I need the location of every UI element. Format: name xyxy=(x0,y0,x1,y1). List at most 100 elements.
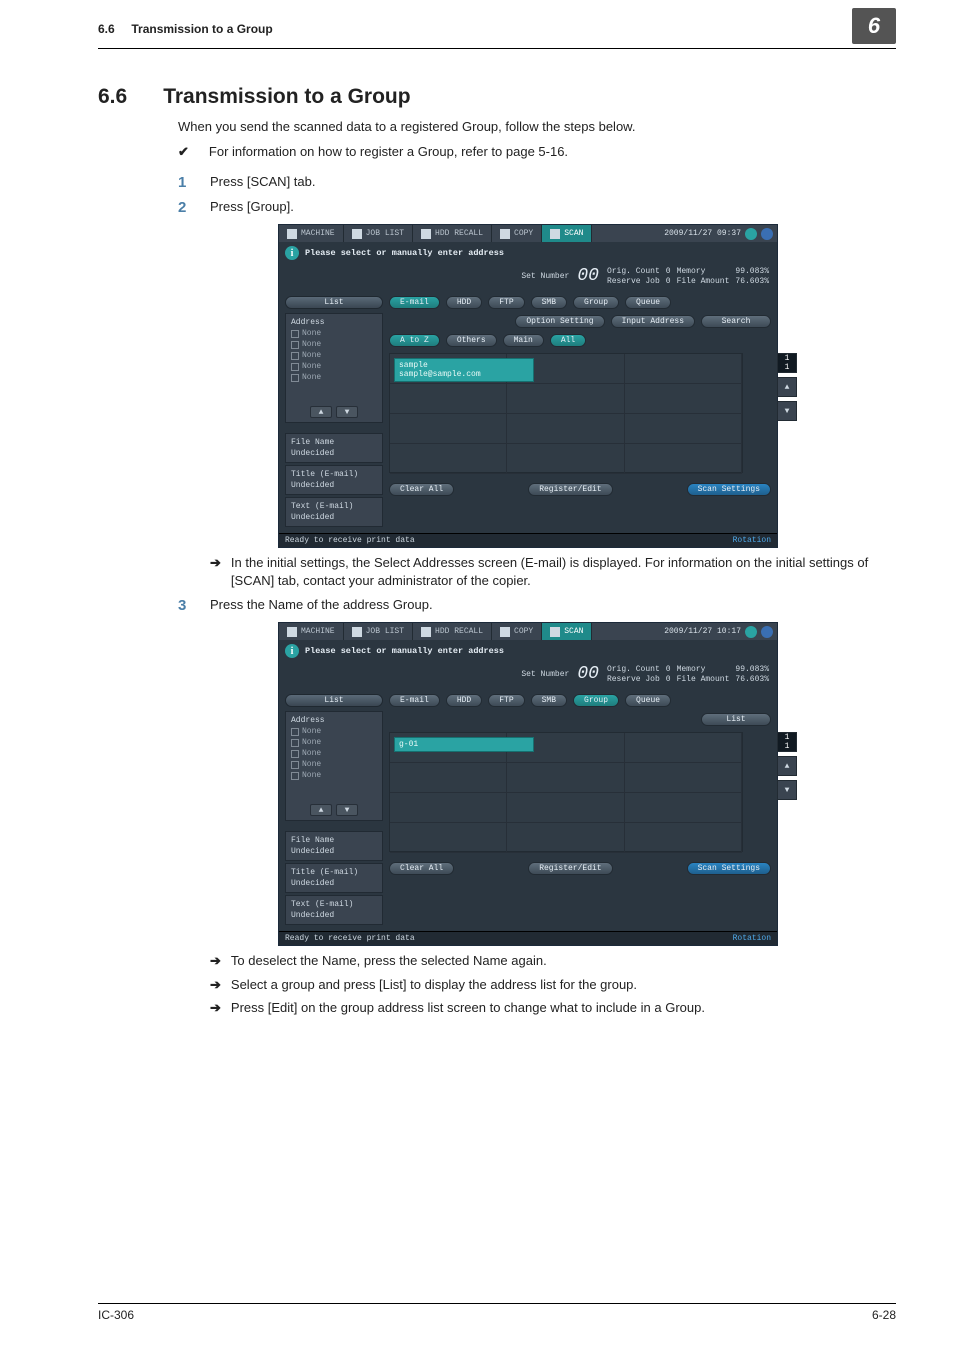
dest-tab-group[interactable]: Group xyxy=(573,296,619,309)
text-email-panel[interactable]: Text (E-mail)Undecided xyxy=(285,497,383,527)
clear-all-button[interactable]: Clear All xyxy=(389,862,454,875)
dest-type-icon xyxy=(291,772,299,780)
page-content: 6.6 Transmission to a Group When you sen… xyxy=(0,49,954,1017)
tab-joblist[interactable]: JOB LIST xyxy=(344,623,413,640)
info-icon: i xyxy=(285,644,299,658)
option-setting-button[interactable]: Option Setting xyxy=(515,315,604,328)
status-text: Ready to receive print data xyxy=(285,536,415,545)
filter-atoz[interactable]: A to Z xyxy=(389,334,440,347)
tab-scan[interactable]: SCAN xyxy=(542,623,592,640)
text-email-panel[interactable]: Text (E-mail)Undecided xyxy=(285,895,383,925)
list-button[interactable]: List xyxy=(285,296,383,309)
filter-others[interactable]: Others xyxy=(446,334,497,347)
register-edit-button[interactable]: Register/Edit xyxy=(528,483,612,496)
tab-machine[interactable]: MACHINE xyxy=(279,623,344,640)
intro-text: When you send the scanned data to a regi… xyxy=(178,119,896,134)
dest-type-icon xyxy=(291,728,299,736)
clock-text: 2009/11/27 10:17 xyxy=(664,627,741,636)
step-text: Press [SCAN] tab. xyxy=(210,174,315,191)
group-card[interactable]: g-01 xyxy=(394,737,534,752)
title-email-panel[interactable]: Title (E-mail)Undecided xyxy=(285,465,383,495)
dest-type-icon xyxy=(291,739,299,747)
tab-copy[interactable]: COPY xyxy=(492,225,542,242)
info-icon: i xyxy=(285,246,299,260)
dest-tab-hdd[interactable]: HDD xyxy=(446,694,482,707)
tab-hdd-recall[interactable]: HDD RECALL xyxy=(413,623,492,640)
tab-copy[interactable]: COPY xyxy=(492,623,542,640)
set-number-row: Set Number 00 Orig. Count0Memory99.083% … xyxy=(279,264,777,292)
address-grid-wrap: sample sample@sample.com 11 ▲ ▼ xyxy=(389,353,771,473)
dest-tab-ftp[interactable]: FTP xyxy=(488,694,524,707)
filter-main[interactable]: Main xyxy=(503,334,544,347)
footer-page-number: 6-28 xyxy=(872,1308,896,1322)
substep-text: Press [Edit] on the group address list s… xyxy=(231,999,705,1017)
dest-tab-queue[interactable]: Queue xyxy=(625,694,671,707)
hdd-icon xyxy=(421,627,431,637)
search-button[interactable]: Search xyxy=(701,315,771,328)
address-panel-title: Address xyxy=(291,318,377,327)
rotation-indicator: Rotation xyxy=(733,934,771,943)
tab-machine[interactable]: MACHINE xyxy=(279,225,344,242)
dest-tab-group[interactable]: Group xyxy=(573,694,619,707)
page-indicator: 11 xyxy=(777,353,797,373)
step-3-substep-1: ➔ To deselect the Name, press the select… xyxy=(210,952,896,970)
tab-joblist[interactable]: JOB LIST xyxy=(344,225,413,242)
left-column: List Address None None None None None ▲ … xyxy=(285,694,383,925)
dest-tab-smb[interactable]: SMB xyxy=(531,296,567,309)
clock-area: 2009/11/27 10:17 xyxy=(664,623,777,640)
step-number: 3 xyxy=(178,597,190,614)
dest-tab-queue[interactable]: Queue xyxy=(625,296,671,309)
clear-all-button[interactable]: Clear All xyxy=(389,483,454,496)
list-button[interactable]: List xyxy=(701,713,771,726)
help-dot-icon[interactable] xyxy=(761,228,773,240)
right-column: E-mail HDD FTP SMB Group Queue List xyxy=(389,694,771,925)
dest-tab-email[interactable]: E-mail xyxy=(389,296,440,309)
dest-type-icon xyxy=(291,374,299,382)
scroll-up-button[interactable]: ▲ xyxy=(310,406,332,418)
input-address-button[interactable]: Input Address xyxy=(611,315,695,328)
status-dot-icon xyxy=(745,626,757,638)
dest-tab-smb[interactable]: SMB xyxy=(531,694,567,707)
address-grid-wrap: g-01 11 ▲ ▼ xyxy=(389,732,771,852)
page-up-button[interactable]: ▲ xyxy=(777,756,797,776)
dest-type-icon xyxy=(291,761,299,769)
list-button[interactable]: List xyxy=(285,694,383,707)
page-up-button[interactable]: ▲ xyxy=(777,377,797,397)
copy-icon xyxy=(500,627,510,637)
address-panel: Address None None None None None ▲ ▼ xyxy=(285,711,383,821)
counters-grid: Orig. Count0Memory99.083% Reserve Job0Fi… xyxy=(607,665,769,684)
scroll-down-button[interactable]: ▼ xyxy=(336,804,358,816)
dest-tab-hdd[interactable]: HDD xyxy=(446,296,482,309)
file-name-panel[interactable]: File NameUndecided xyxy=(285,831,383,861)
status-text: Ready to receive print data xyxy=(285,934,415,943)
status-dot-icon xyxy=(745,228,757,240)
address-card[interactable]: sample sample@sample.com xyxy=(394,358,534,382)
hdd-icon xyxy=(421,229,431,239)
clock-text: 2009/11/27 09:37 xyxy=(664,229,741,238)
file-name-panel[interactable]: File NameUndecided xyxy=(285,433,383,463)
step-2-substep: ➔ In the initial settings, the Select Ad… xyxy=(210,554,896,589)
help-dot-icon[interactable] xyxy=(761,626,773,638)
scan-icon xyxy=(550,229,560,239)
filter-all[interactable]: All xyxy=(550,334,586,347)
arrow-icon: ➔ xyxy=(210,554,221,589)
scan-settings-button[interactable]: Scan Settings xyxy=(687,483,771,496)
address-card-name: sample xyxy=(399,361,529,370)
dest-tab-ftp[interactable]: FTP xyxy=(488,296,524,309)
title-email-panel[interactable]: Title (E-mail)Undecided xyxy=(285,863,383,893)
set-number-value: 00 xyxy=(577,266,599,286)
status-bar: Ready to receive print data Rotation xyxy=(279,533,777,547)
scroll-up-button[interactable]: ▲ xyxy=(310,804,332,816)
heading-number: 6.6 xyxy=(98,85,127,109)
dest-tab-email[interactable]: E-mail xyxy=(389,694,440,707)
tab-scan[interactable]: SCAN xyxy=(542,225,592,242)
set-number-row: Set Number 00 Orig. Count0Memory99.083% … xyxy=(279,662,777,690)
tab-hdd-recall[interactable]: HDD RECALL xyxy=(413,225,492,242)
register-edit-button[interactable]: Register/Edit xyxy=(528,862,612,875)
page-down-button[interactable]: ▼ xyxy=(777,401,797,421)
page-down-button[interactable]: ▼ xyxy=(777,780,797,800)
scroll-down-button[interactable]: ▼ xyxy=(336,406,358,418)
set-number-value: 00 xyxy=(577,664,599,684)
scan-settings-button[interactable]: Scan Settings xyxy=(687,862,771,875)
dest-type-icon xyxy=(291,750,299,758)
